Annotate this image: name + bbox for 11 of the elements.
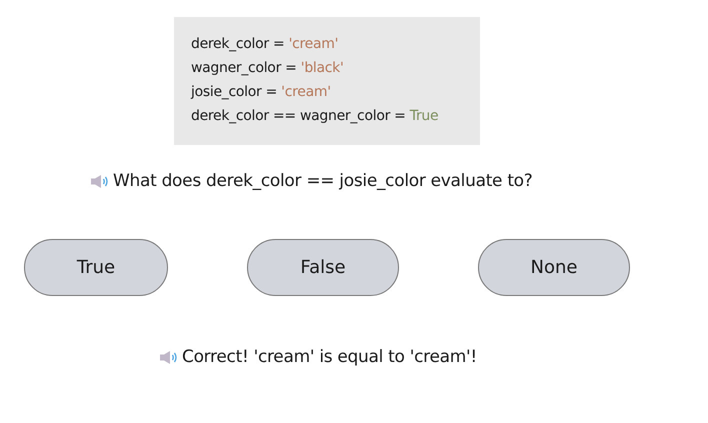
code-line: wagner_color = 'black' [191,59,345,77]
answer-button[interactable]: True [24,239,168,296]
speaker-icon[interactable] [159,350,179,364]
speaker-icon[interactable] [90,174,110,188]
code-line: derek_color = 'cream' [191,35,340,53]
answer-button[interactable]: None [478,239,630,296]
feedback-text: Correct! 'cream' is equal to 'cream'! [182,347,477,367]
answer-button[interactable]: False [247,239,399,296]
question-text: What does derek_color == josie_color evaluate to? [113,171,533,191]
code-line: josie_color = 'cream' [191,83,332,101]
code-line: derek_color == wagner_color = True [191,107,440,125]
